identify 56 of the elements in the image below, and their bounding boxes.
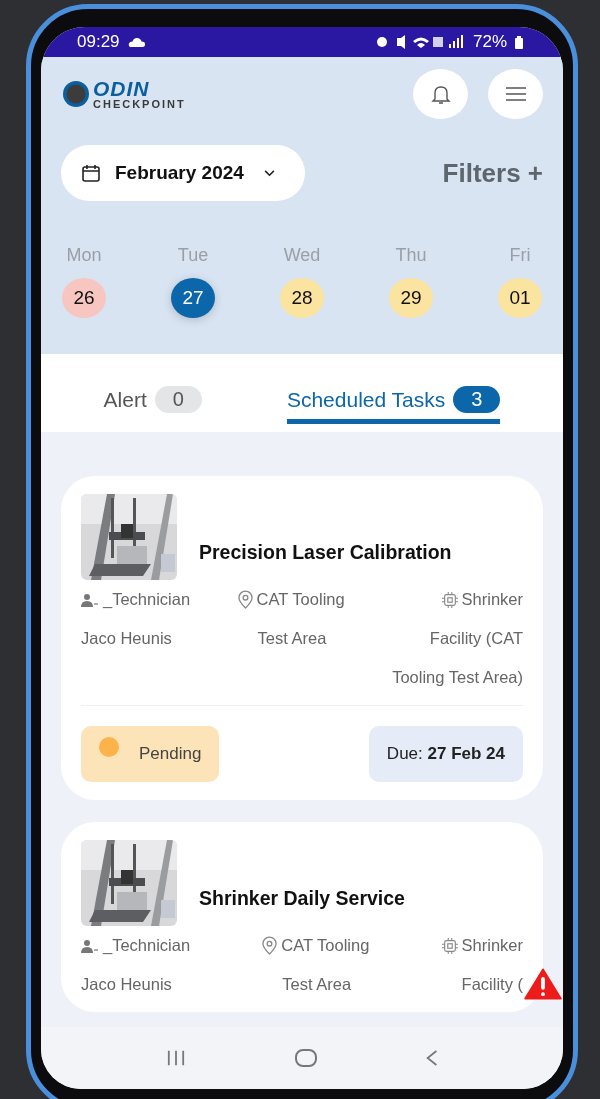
- task-card[interactable]: Shrinker Daily Service _Technician Jaco Heunis CAT Tooling Test Area Shrinker Facility (: [61, 822, 543, 1012]
- count-badge: 3: [453, 386, 501, 413]
- weekday-label: Thu: [395, 245, 427, 266]
- menu-button[interactable]: [488, 69, 543, 119]
- date-circle[interactable]: 27: [171, 278, 215, 318]
- task-card[interactable]: Precision Laser Calibration _Technician Jaco Heunis CAT Tooling Test Area Shrinker Facility (CAT Tooling Test Area) Pending Due: 27 Feb 24: [61, 476, 543, 800]
- weekday-label: Wed: [283, 245, 321, 266]
- filters-button[interactable]: Filters +: [442, 157, 543, 189]
- cloud-icon: [127, 36, 146, 48]
- logo-icon: [61, 79, 91, 109]
- technician-role: _Technician: [103, 590, 191, 609]
- technician-role: _Technician: [103, 936, 191, 955]
- battery-icon: [515, 35, 523, 49]
- date-circle[interactable]: 01: [498, 278, 542, 318]
- calendar-icon: [81, 163, 101, 183]
- battery-percent: 72%: [472, 32, 507, 52]
- notification-button[interactable]: [413, 69, 468, 119]
- technician-name: Jaco Heunis: [81, 629, 173, 648]
- asset-name: Shrinker: [461, 936, 523, 955]
- count-badge: 0: [154, 386, 202, 413]
- technician-name: Jaco Heunis: [81, 975, 173, 994]
- person-icon: [81, 938, 99, 953]
- weekday-label: Mon: [66, 245, 102, 266]
- warning-icon[interactable]: [524, 968, 562, 1000]
- due-date: Due: 27 Feb 24: [368, 726, 523, 782]
- task-title: Shrinker Daily Service: [199, 886, 405, 910]
- month-picker[interactable]: February 2024: [61, 145, 305, 201]
- asset-name: Facility (CAT: [429, 629, 523, 648]
- back-icon[interactable]: [425, 1048, 440, 1068]
- status-label: Pending: [139, 744, 202, 764]
- weekday-label: Tue: [177, 245, 209, 266]
- date-circle[interactable]: 26: [62, 278, 106, 318]
- chevron-down-icon: [263, 169, 275, 177]
- asset-name: Facility (: [461, 975, 523, 994]
- asset-name: Shrinker: [461, 590, 523, 609]
- date-circle[interactable]: 29: [389, 278, 433, 318]
- logo-wordmark: ODIN: [93, 78, 151, 99]
- logo-subtitle: CHECKPOINT: [93, 99, 186, 110]
- location-name: CAT Tooling: [256, 590, 345, 609]
- weekday-label: Fri: [509, 245, 531, 266]
- chip-icon: [441, 937, 458, 954]
- tab[interactable]: Scheduled Tasks 3: [286, 376, 501, 424]
- tab[interactable]: Alert 0: [103, 376, 202, 424]
- person-icon: [81, 592, 99, 607]
- location-name: Test Area: [256, 629, 328, 648]
- asset-name: Tooling Test Area): [392, 668, 523, 687]
- location-icon: [237, 590, 253, 609]
- location-icon: [262, 936, 278, 955]
- clock: 09:29: [77, 32, 120, 52]
- home-icon[interactable]: [294, 1048, 318, 1068]
- date-circle[interactable]: 28: [280, 278, 324, 318]
- chip-icon: [441, 591, 458, 608]
- task-title: Precision Laser Calibration: [199, 540, 452, 564]
- location-name: Test Area: [281, 975, 353, 994]
- month-label: February 2024: [115, 162, 244, 184]
- location-name: CAT Tooling: [281, 936, 370, 955]
